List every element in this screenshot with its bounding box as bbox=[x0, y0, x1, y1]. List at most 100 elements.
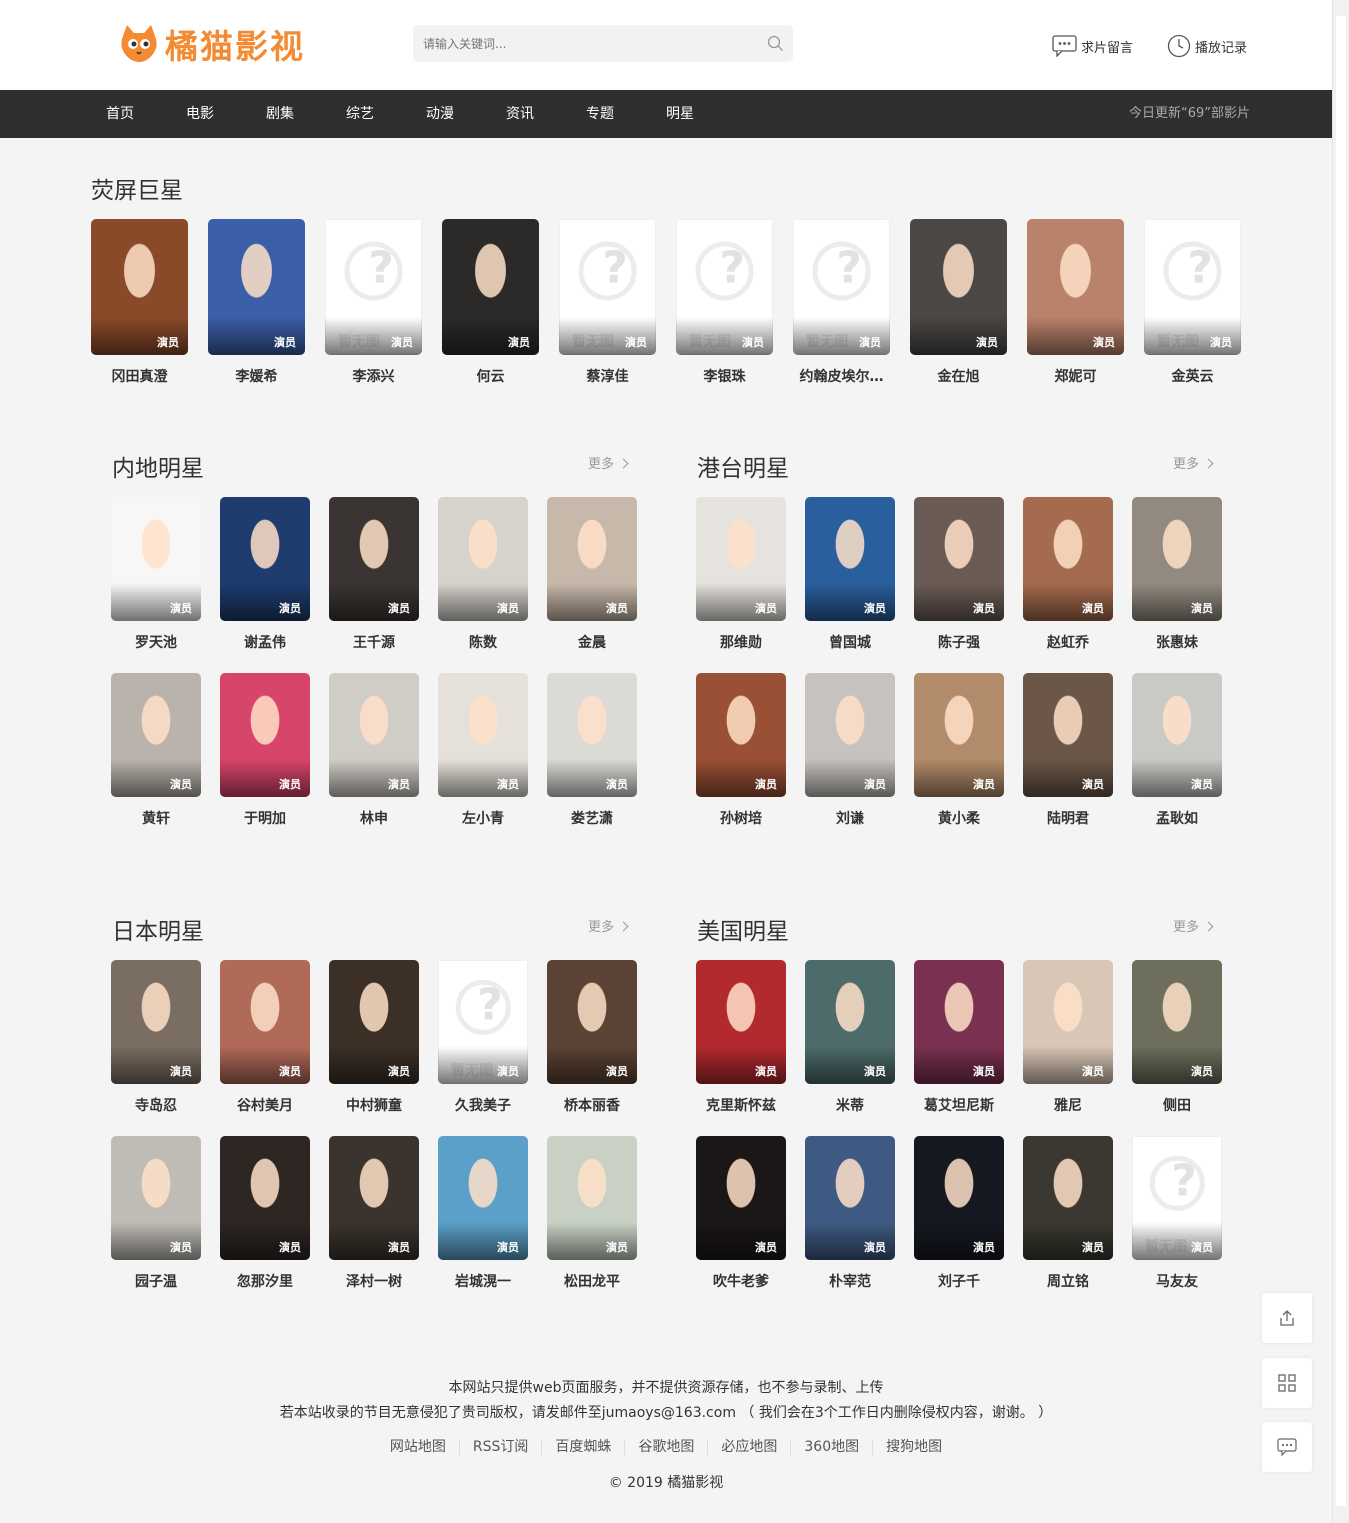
star-photo[interactable]: 演员 bbox=[438, 673, 528, 797]
star-photo[interactable]: 演员 bbox=[805, 1136, 895, 1260]
star-name[interactable]: 陈子强 bbox=[914, 632, 1004, 652]
star-card[interactable]: 演员 娄艺潇 bbox=[547, 673, 637, 830]
star-name[interactable]: 松田龙平 bbox=[547, 1271, 637, 1291]
star-name[interactable]: 金晨 bbox=[547, 632, 637, 652]
star-card[interactable]: 演员 那维勋 bbox=[696, 497, 786, 654]
star-name[interactable]: 那维勋 bbox=[696, 632, 786, 652]
star-name[interactable]: 朴宰范 bbox=[805, 1271, 895, 1291]
star-photo[interactable]: 演员 bbox=[547, 673, 637, 797]
star-photo[interactable]: 演员 bbox=[1132, 497, 1222, 621]
star-name[interactable]: 曾国城 bbox=[805, 632, 895, 652]
footer-link-360[interactable]: 360地图 bbox=[791, 1439, 874, 1455]
history-link[interactable]: 播放记录 bbox=[1167, 33, 1247, 59]
star-card[interactable]: 演员 曾国城 bbox=[805, 497, 895, 654]
star-name[interactable]: 孙树培 bbox=[696, 808, 786, 828]
star-photo[interactable]: 演员 bbox=[438, 1136, 528, 1260]
star-name[interactable]: 陆明君 bbox=[1023, 808, 1113, 828]
star-name[interactable]: 葛艾坦尼斯 bbox=[914, 1095, 1004, 1115]
nav-item-topics[interactable]: 专题 bbox=[586, 90, 614, 138]
star-name[interactable]: 冈田真澄 bbox=[91, 366, 188, 386]
star-card[interactable]: 演员 朴宰范 bbox=[805, 1136, 895, 1293]
star-name[interactable]: 侧田 bbox=[1132, 1095, 1222, 1115]
star-name[interactable]: 黄轩 bbox=[111, 808, 201, 828]
star-card[interactable]: 演员 谷村美月 bbox=[220, 960, 310, 1117]
star-card[interactable]: 演员 黄小柔 bbox=[914, 673, 1004, 830]
star-photo[interactable]: 演员 bbox=[805, 497, 895, 621]
star-card[interactable]: 演员 克里斯怀兹 bbox=[696, 960, 786, 1117]
star-card[interactable]: 演员 葛艾坦尼斯 bbox=[914, 960, 1004, 1117]
star-photo[interactable]: 演员 bbox=[547, 1136, 637, 1260]
star-card[interactable]: 演员 刘子千 bbox=[914, 1136, 1004, 1293]
star-card[interactable]: ?暂无图演员马友友 bbox=[1132, 1136, 1222, 1293]
star-photo[interactable]: 演员 bbox=[208, 219, 305, 355]
star-name[interactable]: 约翰皮埃尔… bbox=[793, 366, 890, 386]
star-card[interactable]: 演员 孟耿如 bbox=[1132, 673, 1222, 830]
star-photo[interactable]: 演员 bbox=[1132, 673, 1222, 797]
star-card[interactable]: 演员 松田龙平 bbox=[547, 1136, 637, 1293]
star-card[interactable]: 演员 陈子强 bbox=[914, 497, 1004, 654]
footer-link-sogou[interactable]: 搜狗地图 bbox=[873, 1439, 955, 1455]
star-card[interactable]: 演员 金晨 bbox=[547, 497, 637, 654]
star-card[interactable]: ?暂无图演员约翰皮埃尔… bbox=[793, 219, 890, 388]
star-photo[interactable]: 演员 bbox=[914, 960, 1004, 1084]
star-name[interactable]: 于明加 bbox=[220, 808, 310, 828]
star-photo[interactable]: 演员 bbox=[1023, 960, 1113, 1084]
star-card[interactable]: 演员 郑妮可 bbox=[1027, 219, 1124, 388]
star-card[interactable]: ?暂无图演员金英云 bbox=[1144, 219, 1241, 388]
star-name[interactable]: 桥本丽香 bbox=[547, 1095, 637, 1115]
star-name[interactable]: 马友友 bbox=[1132, 1271, 1222, 1291]
feedback-button[interactable] bbox=[1262, 1422, 1312, 1472]
star-name[interactable]: 金在旭 bbox=[910, 366, 1007, 386]
star-name[interactable]: 米蒂 bbox=[805, 1095, 895, 1115]
star-name[interactable]: 赵虹乔 bbox=[1023, 632, 1113, 652]
star-photo[interactable]: 演员 bbox=[910, 219, 1007, 355]
star-photo[interactable]: 演员 bbox=[547, 960, 637, 1084]
footer-link-bing[interactable]: 必应地图 bbox=[708, 1439, 792, 1455]
star-card[interactable]: 演员 中村狮童 bbox=[329, 960, 419, 1117]
star-photo[interactable]: 演员 bbox=[91, 219, 188, 355]
star-photo[interactable]: 演员 bbox=[111, 1136, 201, 1260]
star-card[interactable]: 演员 左小青 bbox=[438, 673, 528, 830]
footer-link-google[interactable]: 谷歌地图 bbox=[625, 1439, 709, 1455]
star-name[interactable]: 陈数 bbox=[438, 632, 528, 652]
site-logo[interactable]: 橘猫影视 bbox=[117, 18, 305, 70]
star-card[interactable]: 演员 赵虹乔 bbox=[1023, 497, 1113, 654]
star-name[interactable]: 王千源 bbox=[329, 632, 419, 652]
star-card[interactable]: 演员 林申 bbox=[329, 673, 419, 830]
footer-link-baidu[interactable]: 百度蜘蛛 bbox=[542, 1439, 626, 1455]
search-icon[interactable] bbox=[767, 35, 784, 52]
star-name[interactable]: 林申 bbox=[329, 808, 419, 828]
star-card[interactable]: 演员 冈田真澄 bbox=[91, 219, 188, 388]
star-card[interactable]: 演员 忽那汐里 bbox=[220, 1136, 310, 1293]
star-photo[interactable]: 演员 bbox=[914, 497, 1004, 621]
star-name[interactable]: 罗天池 bbox=[111, 632, 201, 652]
star-card[interactable]: 演员 李媛希 bbox=[208, 219, 305, 388]
star-name[interactable]: 雅尼 bbox=[1023, 1095, 1113, 1115]
star-card[interactable]: 演员 何云 bbox=[442, 219, 539, 388]
star-photo[interactable]: 演员 bbox=[438, 497, 528, 621]
nav-item-series[interactable]: 剧集 bbox=[266, 90, 294, 138]
star-card[interactable]: ?暂无图演员李银珠 bbox=[676, 219, 773, 388]
star-name[interactable]: 中村狮童 bbox=[329, 1095, 419, 1115]
star-photo[interactable]: ?暂无图演员 bbox=[676, 219, 773, 355]
star-photo[interactable]: 演员 bbox=[111, 960, 201, 1084]
star-name[interactable]: 岩城滉一 bbox=[438, 1271, 528, 1291]
star-name[interactable]: 刘子千 bbox=[914, 1271, 1004, 1291]
star-photo[interactable]: ?暂无图演员 bbox=[559, 219, 656, 355]
star-name[interactable]: 孟耿如 bbox=[1132, 808, 1222, 828]
star-photo[interactable]: 演员 bbox=[329, 673, 419, 797]
footer-link-sitemap[interactable]: 网站地图 bbox=[376, 1439, 460, 1455]
star-card[interactable]: 演员 吹牛老爹 bbox=[696, 1136, 786, 1293]
star-name[interactable]: 何云 bbox=[442, 366, 539, 386]
star-name[interactable]: 久我美子 bbox=[438, 1095, 528, 1115]
share-button[interactable] bbox=[1262, 1293, 1312, 1343]
star-photo[interactable]: 演员 bbox=[547, 497, 637, 621]
star-photo[interactable]: 演员 bbox=[696, 497, 786, 621]
nav-item-home[interactable]: 首页 bbox=[106, 90, 134, 138]
star-card[interactable]: 演员 王千源 bbox=[329, 497, 419, 654]
star-photo[interactable]: 演员 bbox=[1023, 1136, 1113, 1260]
star-card[interactable]: 演员 雅尼 bbox=[1023, 960, 1113, 1117]
scrollbar-thumb[interactable] bbox=[1336, 16, 1346, 1506]
star-photo[interactable]: 演员 bbox=[329, 1136, 419, 1260]
star-name[interactable]: 忽那汐里 bbox=[220, 1271, 310, 1291]
